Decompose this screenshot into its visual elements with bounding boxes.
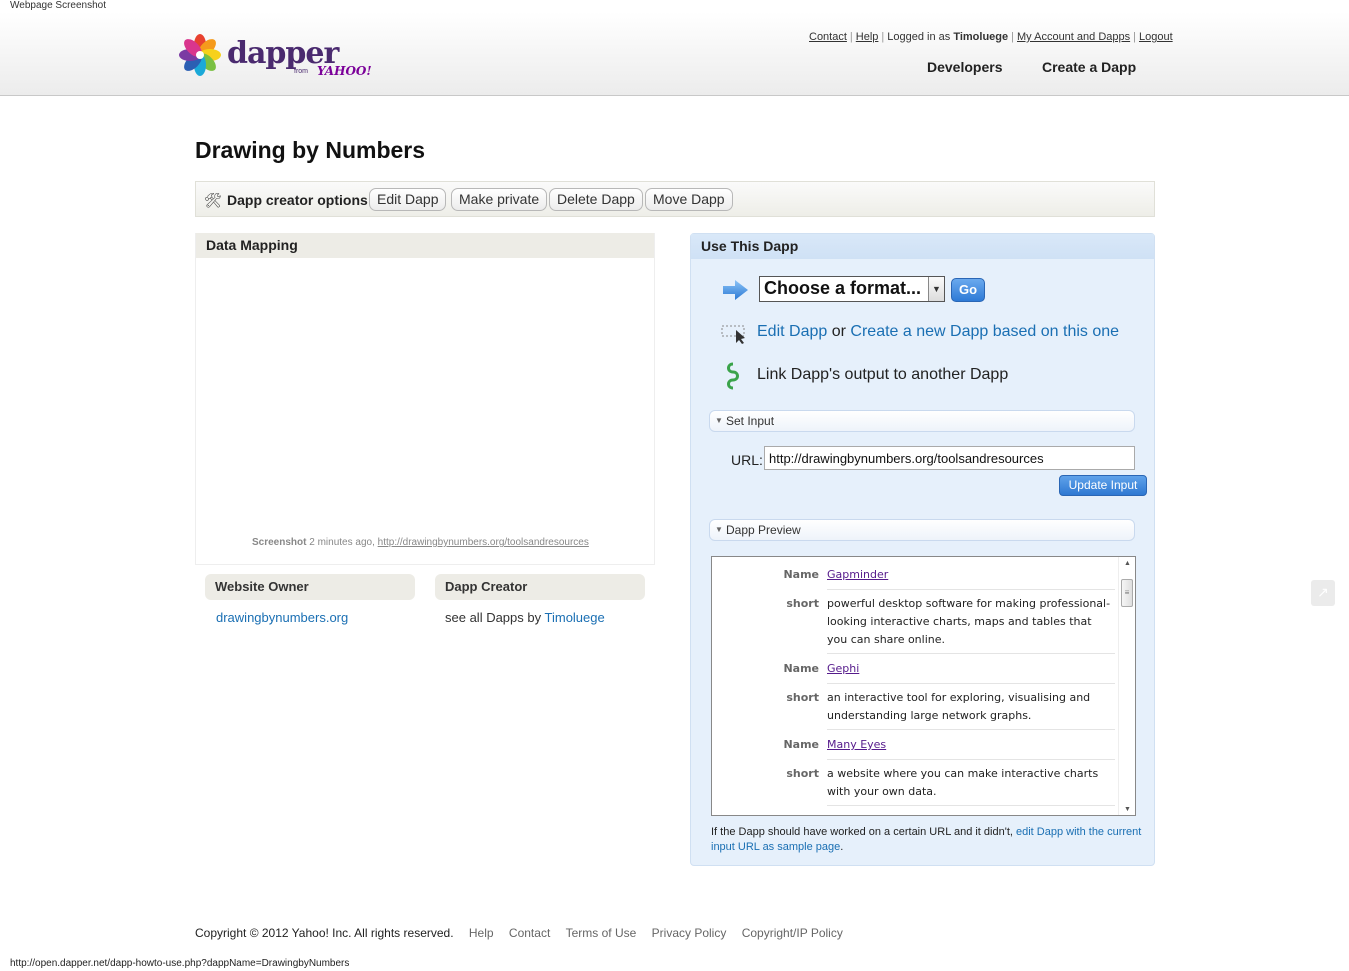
- set-input-section-header[interactable]: ▼ Set Input: [709, 410, 1135, 432]
- link-output-link[interactable]: Link Dapp's output to another Dapp: [757, 366, 1008, 384]
- tools-icon: 🛠︎: [204, 192, 222, 208]
- dapp-creator-text: see all Dapps by Timoluege: [445, 610, 605, 625]
- scroll-down-icon[interactable]: ▼: [1124, 806, 1131, 813]
- preview-value: powerful desktop software for making pro…: [827, 595, 1115, 654]
- my-account-link[interactable]: My Account and Dapps: [1017, 31, 1130, 43]
- logo-from: from: [294, 68, 308, 75]
- note-text: If the Dapp should have worked on a cert…: [711, 826, 1013, 838]
- site-footer: Copyright © 2012 Yahoo! Inc. All rights …: [195, 926, 843, 940]
- dapp-preview-label: Dapp Preview: [726, 523, 801, 537]
- chain-link-icon: [727, 362, 739, 390]
- account-links: Contact | Help | Logged in as Timoluege | My A…: [809, 31, 1173, 43]
- move-dapp-button[interactable]: Move Dapp: [645, 188, 733, 211]
- or-text: or: [831, 323, 846, 340]
- note-end: .: [840, 841, 844, 853]
- caption-time: 2 minutes ago,: [309, 537, 375, 548]
- copyright-text: Copyright © 2012 Yahoo! Inc. All rights …: [195, 926, 454, 940]
- triangle-down-icon: ▼: [715, 416, 723, 425]
- page-title: Drawing by Numbers: [195, 137, 426, 163]
- website-owner-link[interactable]: drawingbynumbers.org: [216, 610, 348, 625]
- screenshot-caption: Screenshot 2 minutes ago, http://drawing…: [252, 537, 589, 548]
- scrollbar-thumb[interactable]: ≡: [1121, 579, 1133, 607]
- chevron-down-icon[interactable]: ▼: [928, 277, 944, 301]
- page: Webpage Screenshot dapper from YAHOO! Co…: [0, 0, 1349, 971]
- status-bar-url: http://open.dapper.net/dapp-howto-use.ph…: [10, 958, 350, 969]
- edit-dapp-link[interactable]: Edit Dapp: [757, 323, 827, 340]
- update-input-button[interactable]: Update Input: [1059, 475, 1147, 496]
- dapp-creator-options-bar: 🛠︎ Dapp creator options Edit Dapp Make p…: [195, 181, 1155, 217]
- footer-contact-link[interactable]: Contact: [509, 926, 550, 940]
- create-new-dapp-link[interactable]: Create a new Dapp based on this one: [850, 323, 1119, 340]
- flower-logo-icon: [179, 34, 221, 76]
- dapp-creator-header: Dapp Creator: [435, 574, 645, 600]
- logged-in-user: Timoluege: [953, 31, 1009, 43]
- dapp-creator-prefix: see all Dapps by: [445, 610, 542, 625]
- dapp-preview-section-header[interactable]: ▼ Dapp Preview: [709, 519, 1135, 541]
- format-select[interactable]: Choose a format... ▼: [759, 276, 945, 302]
- caption-label: Screenshot: [252, 537, 307, 548]
- preview-key: short: [786, 767, 819, 780]
- edit-hint-note: If the Dapp should have worked on a cert…: [711, 825, 1151, 855]
- preview-value: Many Eyes: [827, 736, 1115, 760]
- dapp-preview-box[interactable]: Name Gapminder short powerful desktop so…: [711, 556, 1136, 816]
- edit-create-line: Edit Dapp or Create a new Dapp based on …: [757, 323, 1119, 341]
- preview-value-link[interactable]: Many Eyes: [827, 738, 886, 751]
- caption-url-link[interactable]: http://drawingbynumbers.org/toolsandreso…: [378, 537, 589, 548]
- dapp-creator-user-link[interactable]: Timoluege: [545, 610, 605, 625]
- scroll-up-icon[interactable]: ▲: [1124, 560, 1131, 567]
- url-input[interactable]: [764, 446, 1135, 470]
- footer-privacy-link[interactable]: Privacy Policy: [652, 926, 727, 940]
- preview-key: Name: [783, 568, 819, 581]
- help-link[interactable]: Help: [856, 31, 879, 43]
- share-icon[interactable]: ↗: [1311, 580, 1335, 606]
- format-select-value: Choose a format...: [764, 278, 922, 298]
- nav-create-dapp[interactable]: Create a Dapp: [1042, 59, 1136, 75]
- preview-value: Gapminder: [827, 566, 1115, 590]
- logo-yahoo: YAHOO!: [317, 64, 372, 78]
- use-this-dapp-panel: Use This Dapp Choose a format... ▼ Go Ed…: [690, 233, 1155, 866]
- data-mapping-header: Data Mapping: [196, 233, 654, 258]
- use-this-dapp-header: Use This Dapp: [691, 234, 1154, 259]
- preview-key: Name: [783, 662, 819, 675]
- preview-value: Gephi: [827, 660, 1115, 684]
- logout-link[interactable]: Logout: [1139, 31, 1173, 43]
- make-private-button[interactable]: Make private: [451, 188, 548, 211]
- preview-value-link[interactable]: Gapminder: [827, 568, 888, 581]
- triangle-down-icon: ▼: [715, 525, 723, 534]
- preview-scrollbar[interactable]: ▲ ≡ ▼: [1118, 557, 1135, 815]
- footer-terms-link[interactable]: Terms of Use: [566, 926, 637, 940]
- preview-value: an interactive tool for exploring, visua…: [827, 689, 1115, 730]
- logged-in-prefix: Logged in as: [887, 31, 951, 43]
- edit-dapp-button[interactable]: Edit Dapp: [369, 188, 447, 211]
- preview-key: short: [786, 691, 819, 704]
- site-header: dapper from YAHOO! Contact | Help | Logged i…: [0, 12, 1349, 96]
- url-label: URL:: [731, 452, 763, 468]
- nav-developers[interactable]: Developers: [927, 59, 1002, 75]
- preview-value-link[interactable]: Gephi: [827, 662, 859, 675]
- data-mapping-panel: Data Mapping Screenshot 2 minutes ago, h…: [195, 233, 655, 565]
- website-owner-header: Website Owner: [205, 574, 415, 600]
- contact-link[interactable]: Contact: [809, 31, 847, 43]
- preview-key: Name: [783, 738, 819, 751]
- preview-value: a website where you can make interactive…: [827, 765, 1115, 806]
- delete-dapp-button[interactable]: Delete Dapp: [549, 188, 643, 211]
- footer-copyright-policy-link[interactable]: Copyright/IP Policy: [742, 926, 843, 940]
- arrow-right-icon: [723, 280, 748, 300]
- screenshot-label: Webpage Screenshot: [10, 0, 106, 11]
- go-button[interactable]: Go: [951, 278, 985, 302]
- select-cursor-icon: [721, 325, 745, 344]
- options-label: Dapp creator options: [227, 192, 368, 208]
- preview-key: short: [786, 597, 819, 610]
- set-input-label: Set Input: [726, 414, 775, 428]
- dapper-logo[interactable]: dapper from YAHOO!: [179, 34, 379, 84]
- footer-help-link[interactable]: Help: [469, 926, 494, 940]
